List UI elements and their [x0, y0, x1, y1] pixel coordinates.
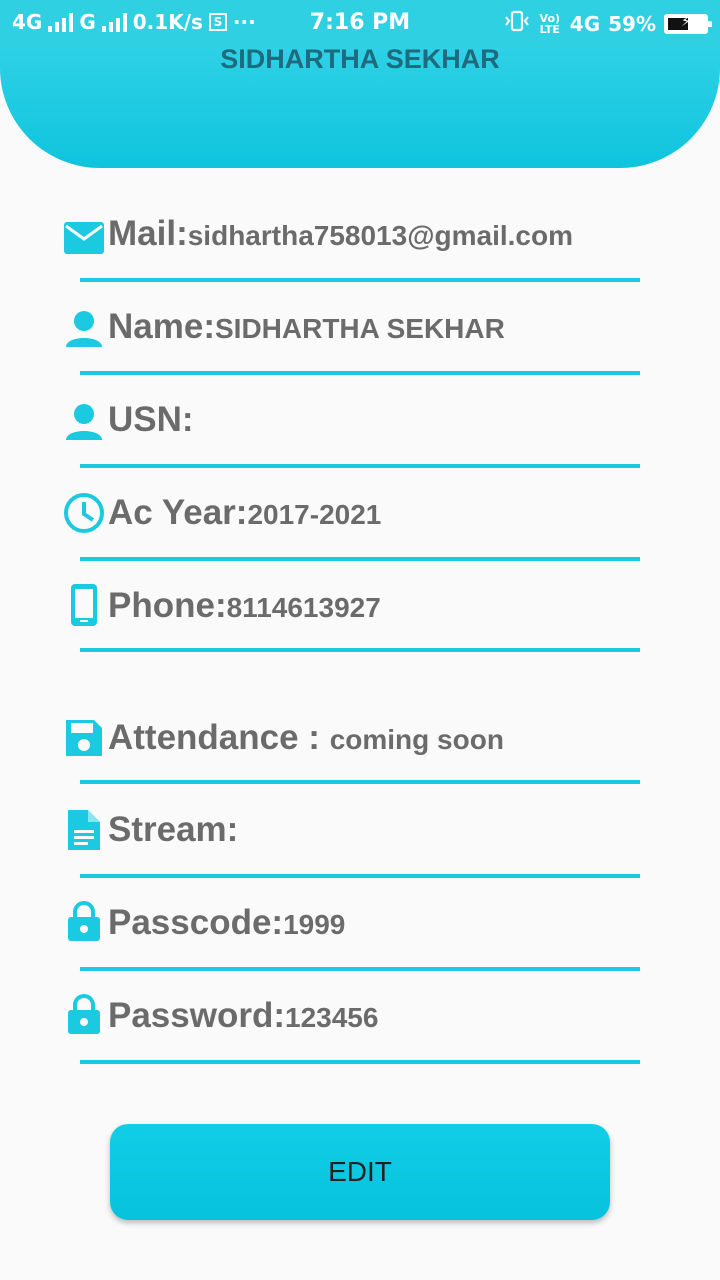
- lock-icon: [62, 992, 106, 1036]
- profile-name-title: SIDHARTHA SEKHAR: [220, 44, 500, 74]
- field-label: Ac Year:: [108, 493, 248, 532]
- field-phone: Phone:8114613927: [62, 582, 642, 676]
- field-value: 1999: [283, 909, 346, 940]
- field-mail: Mail:sidhartha758013@gmail.com: [62, 210, 642, 304]
- field-label: Name:: [108, 307, 215, 346]
- field-label: Passcode:: [108, 903, 284, 942]
- network-4g-icon: 4G: [569, 11, 601, 36]
- status-right: Vo) LTE 4G 59% ⚡: [504, 10, 712, 37]
- field-value: 8114613927: [226, 592, 381, 623]
- battery-percent: 59%: [608, 11, 656, 36]
- field-label: Mail:: [108, 214, 188, 253]
- document-icon: [62, 808, 106, 852]
- clock-icon: [62, 491, 106, 535]
- field-phone-text: Phone:8114613927: [108, 586, 381, 626]
- field-underline: [80, 371, 640, 375]
- field-name-text: Name:SIDHARTHA SEKHAR: [108, 307, 505, 347]
- status-bar: 4G G 0.1K/s S ··· 7:16 PM Vo) LTE 4G 59%…: [0, 0, 720, 48]
- field-password-text: Password:123456: [108, 996, 378, 1036]
- field-attendance-text: Attendance : coming soon: [108, 718, 504, 758]
- field-underline: [80, 278, 640, 282]
- field-attendance: Attendance : coming soon: [62, 714, 642, 808]
- field-usn-text: USN:: [108, 400, 194, 440]
- field-ac-year: Ac Year:2017-2021: [62, 489, 642, 583]
- field-mail-text: Mail:sidhartha758013@gmail.com: [108, 214, 573, 254]
- field-passcode-text: Passcode:1999: [108, 903, 345, 943]
- field-underline: [80, 967, 640, 971]
- edit-button[interactable]: EDIT: [110, 1124, 610, 1220]
- field-label: Password:: [108, 996, 285, 1035]
- field-stream: Stream:: [62, 806, 642, 900]
- field-usn: USN:: [62, 396, 642, 490]
- field-stream-text: Stream:: [108, 810, 238, 850]
- phone-icon: [62, 582, 106, 626]
- field-label: USN:: [108, 400, 194, 439]
- field-name: Name:SIDHARTHA SEKHAR: [62, 303, 642, 397]
- field-value: sidhartha758013@gmail.com: [187, 220, 573, 251]
- field-value: 123456: [285, 1002, 379, 1033]
- field-underline: [80, 780, 640, 784]
- field-label: Attendance :: [108, 718, 330, 757]
- field-underline: [80, 874, 640, 878]
- lock-icon: [62, 899, 106, 943]
- field-value: coming soon: [329, 724, 504, 755]
- field-passcode: Passcode:1999: [62, 899, 642, 993]
- charging-bolt-icon: ⚡: [681, 13, 691, 30]
- field-password: Password:123456: [62, 992, 642, 1086]
- volte-icon: Vo) LTE: [539, 11, 561, 36]
- field-underline: [80, 1060, 640, 1064]
- battery-icon: ⚡: [664, 13, 712, 34]
- field-value: SIDHARTHA SEKHAR: [214, 313, 505, 344]
- mail-icon: [62, 216, 106, 260]
- vibrate-icon: [504, 10, 530, 37]
- field-label: Stream:: [108, 810, 239, 849]
- field-underline: [80, 557, 640, 561]
- field-value: 2017-2021: [247, 499, 382, 530]
- person-icon: [62, 400, 106, 444]
- save-icon: [62, 716, 106, 760]
- field-underline: [80, 464, 640, 468]
- field-label: Phone:: [108, 586, 227, 625]
- person-icon: [62, 307, 106, 351]
- field-underline: [80, 648, 640, 652]
- field-ac-year-text: Ac Year:2017-2021: [108, 493, 381, 533]
